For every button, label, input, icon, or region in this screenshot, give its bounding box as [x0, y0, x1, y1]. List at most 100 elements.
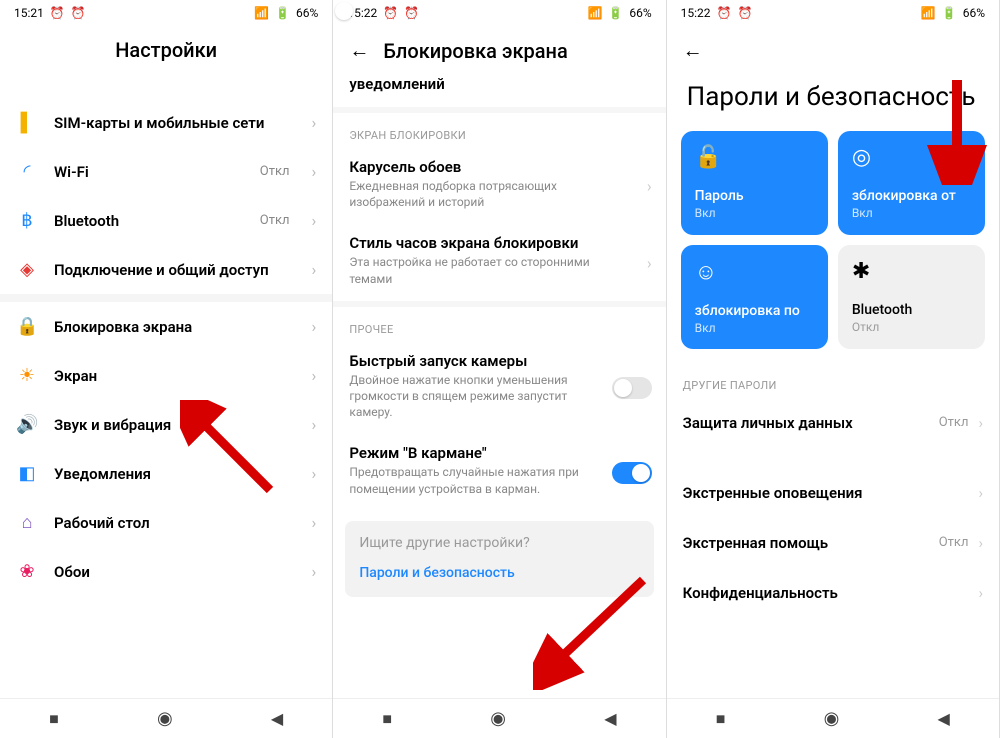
security-row-3[interactable]: Конфиденциальность ›	[667, 568, 999, 618]
chevron-right-icon: ›	[978, 414, 983, 432]
settings-row-dev-5[interactable]: ❀ Обои ›	[0, 547, 332, 596]
security-content: 🔓 Пароль Вкл ◎ зблокировка от Вкл ☺ збло…	[667, 131, 999, 698]
chevron-right-icon: ›	[312, 366, 317, 385]
settings-row-dev-0[interactable]: 🔒 Блокировка экрана ›	[0, 302, 332, 351]
row-value: Откл	[260, 213, 290, 228]
back-button[interactable]: ←	[349, 38, 369, 63]
row-label: Подключение и общий доступ	[54, 261, 290, 279]
row-value: Откл	[939, 415, 969, 430]
row-icon: ❀	[16, 561, 38, 582]
item-title: Стиль часов экрана блокировки	[349, 234, 649, 252]
battery-icon: 🔋	[608, 6, 623, 20]
nav-home-icon[interactable]: ◉	[157, 708, 173, 729]
lock-item-b-0[interactable]: Быстрый запуск камеры Двойное нажатие кн…	[333, 342, 665, 435]
settings-row-dev-3[interactable]: ◧ Уведомления ›	[0, 449, 332, 498]
tile-label: Пароль	[695, 188, 814, 204]
status-time: 15:22	[681, 6, 711, 20]
partial-item[interactable]: уведомлений	[333, 69, 665, 107]
tile-icon: ✱	[852, 259, 971, 284]
alarm-icon-2: ⏰	[71, 6, 86, 20]
search-other-settings[interactable]: Ищите другие настройки? Пароли и безопас…	[345, 521, 653, 597]
chevron-right-icon: ›	[647, 177, 652, 196]
item-desc: Двойное нажатие кнопки уменьшения громко…	[349, 372, 649, 421]
passwords-security-link[interactable]: Пароли и безопасность	[359, 565, 639, 581]
battery-percent: 66%	[629, 6, 651, 20]
nav-recent-icon[interactable]: ■	[382, 709, 392, 729]
settings-list: ▌ SIM-карты и мобильные сети › ◜ Wi-Fi О…	[0, 68, 332, 698]
tile-label: зблокировка по	[695, 303, 814, 319]
row-label: Обои	[54, 563, 290, 581]
toggle[interactable]	[612, 462, 652, 484]
toggle[interactable]	[612, 377, 652, 399]
battery-icon: 🔋	[275, 6, 290, 20]
item-title: Быстрый запуск камеры	[349, 352, 649, 370]
status-bar: 15:22 ⏰ ⏰ 📶 🔋 66%	[667, 0, 999, 26]
lock-item-a-0[interactable]: Карусель обоев Ежедневная подборка потря…	[333, 148, 665, 224]
nav-back-icon[interactable]: ◀	[604, 709, 616, 728]
screen-passwords-security: 15:22 ⏰ ⏰ 📶 🔋 66% ← Пароли и безопасност…	[667, 0, 1000, 738]
signal-icon: 📶	[921, 6, 936, 20]
row-icon: ⌂	[16, 512, 38, 533]
row-label: Блокировка экрана	[54, 318, 290, 336]
settings-row-net-0[interactable]: ▌ SIM-карты и мобильные сети ›	[0, 98, 332, 147]
chevron-right-icon: ›	[312, 260, 317, 279]
row-icon: ฿	[16, 210, 38, 231]
security-tile-2[interactable]: ☺ зблокировка по Вкл	[681, 245, 828, 349]
lock-item-b-1[interactable]: Режим "В кармане" Предотвращать случайны…	[333, 434, 665, 510]
nav-recent-icon[interactable]: ■	[716, 709, 726, 729]
security-tiles: 🔓 Пароль Вкл ◎ зблокировка от Вкл ☺ збло…	[667, 131, 999, 363]
alarm-icon: ⏰	[383, 6, 398, 20]
settings-row-dev-4[interactable]: ⌂ Рабочий стол ›	[0, 498, 332, 547]
alarm-icon-2: ⏰	[738, 6, 753, 20]
item-desc: Ежедневная подборка потрясающих изображе…	[349, 178, 649, 210]
tile-label: зблокировка от	[852, 188, 971, 204]
settings-row-dev-2[interactable]: 🔊 Звук и вибрация ›	[0, 400, 332, 449]
chevron-right-icon: ›	[978, 534, 983, 552]
tile-state: Вкл	[852, 206, 971, 220]
screen-lockscreen: 15:22 ⏰ ⏰ 📶 🔋 66% ← Блокировка экрана ув…	[333, 0, 666, 738]
item-title: Карусель обоев	[349, 158, 649, 176]
settings-row-net-3[interactable]: ◈ Подключение и общий доступ ›	[0, 245, 332, 294]
settings-row-dev-1[interactable]: ☀ Экран ›	[0, 351, 332, 400]
security-tile-1[interactable]: ◎ зблокировка от Вкл	[838, 131, 985, 235]
row-icon: 🔒	[16, 316, 38, 337]
item-desc: Эта настройка не работает со сторонними …	[349, 254, 649, 286]
section-header: ДРУГИЕ ПАРОЛИ	[667, 363, 999, 398]
header: ← Блокировка экрана	[333, 26, 665, 69]
signal-icon: 📶	[254, 6, 269, 20]
section-header: ПРОЧЕЕ	[333, 307, 665, 342]
row-label: Звук и вибрация	[54, 416, 290, 434]
row-label: Bluetooth	[54, 212, 244, 230]
divider	[0, 294, 332, 302]
row-label: Защита личных данных	[683, 414, 929, 432]
battery-icon: 🔋	[942, 6, 957, 20]
tile-label: Bluetooth	[852, 302, 971, 318]
chevron-right-icon: ›	[312, 162, 317, 181]
nav-back-icon[interactable]: ◀	[271, 709, 283, 728]
back-button[interactable]: ←	[683, 38, 703, 63]
nav-back-icon[interactable]: ◀	[938, 709, 950, 728]
nav-bar: ■ ◉ ◀	[333, 698, 665, 738]
header: ←	[667, 26, 999, 69]
settings-row-net-2[interactable]: ฿ Bluetooth Откл ›	[0, 196, 332, 245]
nav-home-icon[interactable]: ◉	[824, 708, 840, 729]
nav-recent-icon[interactable]: ■	[49, 709, 59, 729]
security-tile-3[interactable]: ✱ Bluetooth Откл	[838, 245, 985, 349]
security-tile-0[interactable]: 🔓 Пароль Вкл	[681, 131, 828, 235]
chevron-right-icon: ›	[312, 317, 317, 336]
security-row-1[interactable]: Экстренные оповещения ›	[667, 468, 999, 518]
security-row-2[interactable]: Экстренная помощь Откл ›	[667, 518, 999, 568]
alarm-icon: ⏰	[717, 6, 732, 20]
tile-state: Вкл	[695, 321, 814, 335]
lock-item-a-1[interactable]: Стиль часов экрана блокировки Эта настро…	[333, 224, 665, 300]
tile-state: Вкл	[695, 206, 814, 220]
row-label: Экран	[54, 367, 290, 385]
nav-bar: ■ ◉ ◀	[0, 698, 332, 738]
chevron-right-icon: ›	[312, 464, 317, 483]
status-bar: 15:21 ⏰ ⏰ 📶 🔋 66%	[0, 0, 332, 26]
settings-row-net-1[interactable]: ◜ Wi-Fi Откл ›	[0, 147, 332, 196]
chevron-right-icon: ›	[312, 211, 317, 230]
security-row-0[interactable]: Защита личных данных Откл ›	[667, 398, 999, 448]
page-title: Настройки	[115, 38, 217, 62]
nav-home-icon[interactable]: ◉	[490, 708, 506, 729]
